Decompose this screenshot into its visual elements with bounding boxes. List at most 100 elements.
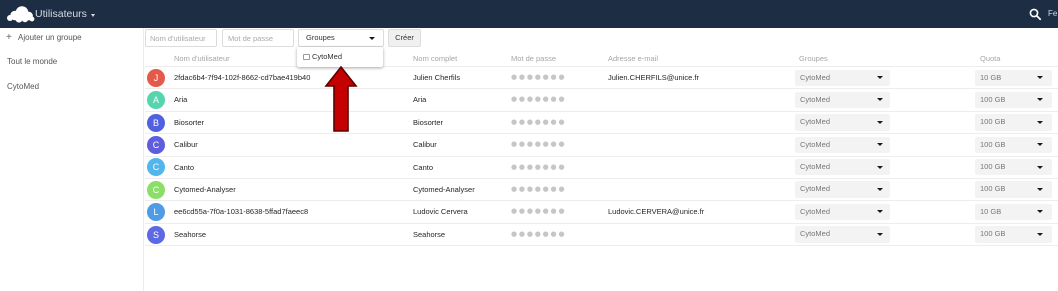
avatar: A	[147, 91, 165, 110]
groups-select[interactable]: CytoMed	[795, 203, 890, 221]
table-row: C Cytomed-Analyser Cytomed-Analyser ●●●●…	[145, 179, 1058, 202]
email-cell[interactable]: Ludovic.CERVERA@unice.fr	[608, 201, 704, 222]
chevron-down-icon	[877, 76, 883, 79]
cloud-logo[interactable]	[5, 5, 35, 24]
groups-select-value: CytoMed	[800, 139, 831, 149]
new-user-groups-select[interactable]: Groupes	[298, 29, 384, 47]
avatar: C	[147, 180, 165, 199]
username-cell: Aria	[174, 95, 188, 105]
column-header-full-name: Nom complet	[413, 54, 458, 63]
dropdown-option-label: CytoMed	[312, 52, 343, 61]
full-name-cell[interactable]: Seahorse	[413, 224, 445, 245]
groups-select[interactable]: CytoMed	[795, 181, 890, 198]
quota-select-value: 100 GB	[980, 139, 1006, 149]
groups-dropdown-option-cytomed[interactable]: CytoMed	[297, 47, 383, 67]
chevron-down-icon	[877, 165, 883, 169]
avatar: C	[147, 158, 165, 177]
avatar: S	[147, 225, 165, 244]
avatar: L	[147, 203, 165, 222]
groups-select[interactable]: CytoMed	[795, 91, 890, 109]
quota-select-value: 100 GB	[980, 184, 1006, 194]
username-cell: ee6cd55a-7f0a-1031-8638-5ffad7faeec8	[174, 207, 309, 217]
chevron-down-icon	[877, 210, 883, 214]
groups-select[interactable]: CytoMed	[795, 114, 890, 131]
groups-select[interactable]: CytoMed	[795, 159, 890, 176]
password-cell[interactable]: ●●●●●●●	[511, 112, 566, 133]
quota-select[interactable]: 100 GB	[975, 136, 1052, 154]
add-group-label: Ajouter un groupe	[18, 33, 82, 42]
username-cell: Seahorse	[174, 229, 207, 239]
users-admin-page: Utilisateurs Fe + Ajouter un groupe Tout…	[0, 0, 1058, 291]
quota-select[interactable]: 100 GB	[975, 226, 1052, 243]
sidebar-item-cytomed[interactable]: CytoMed	[0, 77, 143, 97]
chevron-down-icon	[1037, 143, 1043, 147]
quota-select-value: 10 GB	[980, 206, 1002, 216]
chevron-down-icon	[877, 143, 883, 147]
username-cell: Biosorter	[174, 117, 205, 127]
search-icon[interactable]	[1029, 8, 1042, 21]
column-header-username: Nom d'utilisateur	[174, 54, 230, 63]
quota-select[interactable]: 100 GB	[975, 114, 1052, 131]
table-row: C Calibur Calibur ●●●●●●● CytoMed 100 GB	[145, 134, 1058, 157]
groups-select-value: CytoMed	[800, 72, 831, 82]
checkbox-icon[interactable]	[303, 53, 310, 60]
new-password-input[interactable]	[222, 29, 294, 47]
top-bar: Utilisateurs Fe	[0, 0, 1058, 28]
quota-select-value: 100 GB	[980, 162, 1006, 172]
quota-select-value: 100 GB	[980, 117, 1006, 127]
full-name-cell[interactable]: Calibur	[413, 134, 437, 155]
groups-select-value: CytoMed	[800, 206, 831, 216]
chevron-down-icon	[1037, 120, 1043, 124]
full-name-cell[interactable]: Canto	[413, 157, 433, 178]
avatar: J	[147, 68, 165, 87]
full-name-cell[interactable]: Ludovic Cervera	[413, 201, 468, 222]
column-header-quota: Quota	[980, 54, 1001, 63]
username-cell: Canto	[174, 162, 195, 172]
sidebar-item-everyone[interactable]: Tout le monde	[0, 52, 143, 72]
quota-select-value: 100 GB	[980, 229, 1006, 239]
full-name-cell[interactable]: Julien Cherfils	[413, 67, 460, 88]
password-cell[interactable]: ●●●●●●●	[511, 67, 566, 88]
password-cell[interactable]: ●●●●●●●	[511, 179, 566, 200]
groups-select[interactable]: CytoMed	[795, 226, 890, 243]
email-cell[interactable]: Julien.CHERFILS@unice.fr	[608, 67, 699, 88]
username-cell: 2fdac6b4-7f94-102f-8662-cd7bae419b40	[174, 73, 311, 82]
user-menu-label[interactable]: Fe	[1048, 0, 1057, 28]
column-header-email: Adresse e-mail	[608, 54, 659, 63]
quota-select-value: 100 GB	[980, 94, 1006, 104]
groups-select[interactable]: CytoMed	[795, 136, 890, 154]
table-row: J 2fdac6b4-7f94-102f-8662-cd7bae419b40 J…	[145, 67, 1058, 90]
groups-select-label: Groupes	[306, 33, 335, 42]
add-group-button[interactable]: + Ajouter un groupe	[0, 28, 143, 48]
chevron-down-icon	[877, 120, 883, 124]
password-cell[interactable]: ●●●●●●●	[511, 134, 566, 155]
quota-select[interactable]: 10 GB	[975, 203, 1052, 221]
chevron-down-icon	[1037, 98, 1043, 102]
table-row: A Aria Aria ●●●●●●● CytoMed 100 GB	[145, 89, 1058, 112]
quota-select-value: 10 GB	[980, 72, 1002, 82]
username-cell: Calibur	[174, 140, 198, 150]
groups-dropdown: CytoMed	[297, 47, 383, 67]
quota-select[interactable]: 100 GB	[975, 159, 1052, 176]
full-name-cell[interactable]: Biosorter	[413, 112, 443, 133]
quota-select[interactable]: 10 GB	[975, 69, 1052, 86]
password-cell[interactable]: ●●●●●●●	[511, 201, 566, 222]
create-user-button[interactable]: Créer	[388, 29, 421, 47]
chevron-down-icon	[877, 98, 883, 102]
column-header-groups: Groupes	[799, 54, 828, 63]
new-username-input[interactable]	[145, 29, 217, 47]
groups-select-value: CytoMed	[800, 162, 831, 172]
password-cell[interactable]: ●●●●●●●	[511, 89, 566, 110]
full-name-cell[interactable]: Aria	[413, 89, 426, 110]
password-cell[interactable]: ●●●●●●●	[511, 224, 566, 245]
quota-select[interactable]: 100 GB	[975, 181, 1052, 198]
table-row: L ee6cd55a-7f0a-1031-8638-5ffad7faeec8 L…	[145, 201, 1058, 224]
quota-select[interactable]: 100 GB	[975, 91, 1052, 109]
chevron-down-icon	[1037, 232, 1043, 236]
groups-select-value: CytoMed	[800, 184, 831, 194]
app-menu-button[interactable]: Utilisateurs	[33, 0, 99, 28]
full-name-cell[interactable]: Cytomed-Analyser	[413, 179, 475, 200]
groups-select[interactable]: CytoMed	[795, 69, 890, 86]
username-cell: Cytomed-Analyser	[174, 184, 236, 194]
password-cell[interactable]: ●●●●●●●	[511, 157, 566, 178]
